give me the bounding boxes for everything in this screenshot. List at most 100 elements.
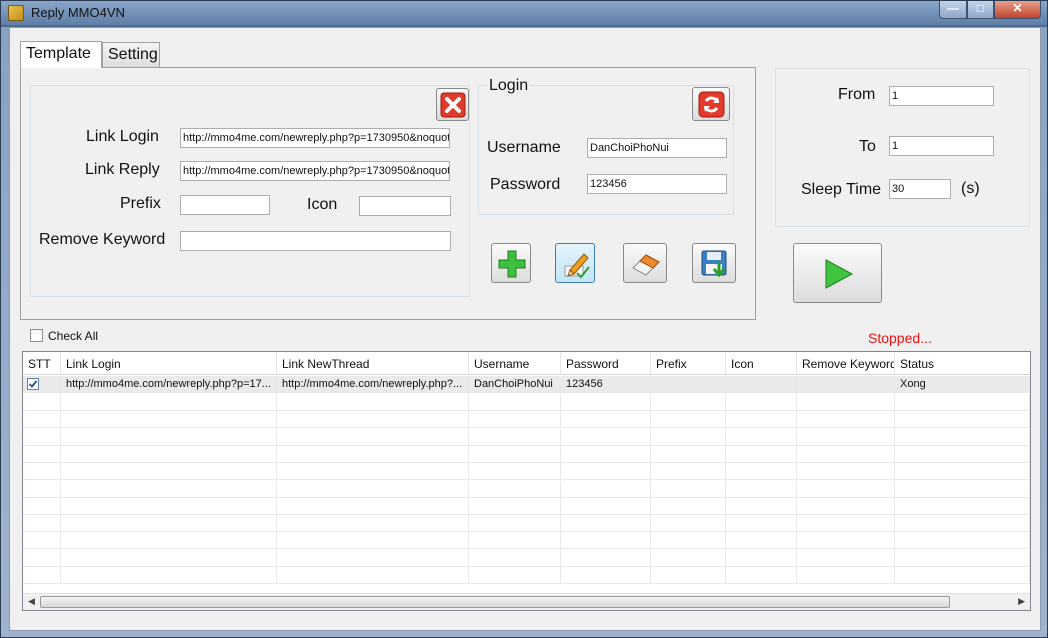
to-input[interactable]: 1 (889, 136, 994, 156)
sleep-time-label: Sleep Time (801, 181, 882, 198)
link-login-input[interactable]: http://mmo4me.com/newreply.php?p=1730950… (180, 128, 450, 148)
column-header-remove-keyword[interactable]: Remove Keyword (797, 352, 895, 375)
row-status: Xong (900, 378, 926, 390)
tab-template[interactable]: Template (20, 41, 102, 68)
empty-table-cell (469, 567, 561, 584)
table-row[interactable]: http://mmo4me.com/newreply.php?p=17... h… (23, 376, 1030, 393)
prefix-input[interactable] (180, 195, 270, 215)
empty-table-cell (61, 497, 277, 515)
to-label: To (859, 138, 876, 155)
row-checkbox[interactable] (27, 378, 39, 390)
range-group: From 1 To 1 Sleep Time 30 (s) (775, 68, 1030, 227)
add-button[interactable] (491, 243, 531, 283)
empty-table-cell (23, 497, 61, 515)
empty-table-cell (726, 549, 797, 567)
empty-table-cell (561, 549, 651, 567)
empty-table-cell (895, 428, 1030, 446)
empty-table-cell (23, 445, 61, 463)
row-prefix (651, 376, 726, 393)
scroll-left-icon[interactable]: ◀ (28, 596, 35, 607)
empty-table-cell (651, 463, 726, 481)
empty-table-cell (469, 411, 561, 429)
scrollbar-thumb[interactable] (40, 596, 950, 608)
empty-table-row (23, 445, 1030, 463)
empty-table-cell (61, 480, 277, 498)
column-header-username[interactable]: Username (469, 352, 561, 375)
column-header-prefix[interactable]: Prefix (651, 352, 726, 375)
column-header-status[interactable]: Status (895, 352, 1030, 375)
column-header-icon[interactable]: Icon (726, 352, 797, 375)
maximize-button[interactable]: □ (967, 1, 994, 19)
remove-keyword-input[interactable] (180, 231, 451, 251)
empty-table-cell (895, 515, 1030, 533)
empty-table-cell (895, 532, 1030, 550)
plus-icon (498, 250, 526, 278)
empty-table-cell (651, 515, 726, 533)
empty-table-cell (469, 445, 561, 463)
empty-table-cell (651, 428, 726, 446)
app-window: Reply MMO4VN — □ ✕ Template Setting Link… (0, 0, 1048, 638)
column-header-stt[interactable]: STT (23, 352, 61, 375)
remove-keyword-label: Remove Keyword (39, 231, 166, 248)
window-title: Reply MMO4VN (31, 5, 125, 20)
empty-table-cell (469, 497, 561, 515)
start-button[interactable] (793, 243, 882, 303)
main-client-area: Template Setting Link Login http://mmo4m… (9, 27, 1041, 631)
check-all-checkbox[interactable] (30, 329, 43, 342)
title-bar[interactable]: Reply MMO4VN — □ ✕ (1, 1, 1047, 25)
password-input[interactable]: 123456 (587, 174, 727, 194)
empty-table-cell (561, 428, 651, 446)
edit-button[interactable] (555, 243, 595, 283)
status-text: Stopped... (868, 330, 932, 346)
empty-table-cell (469, 394, 561, 411)
row-checkbox-cell[interactable] (23, 376, 61, 393)
empty-table-cell (277, 515, 469, 533)
refresh-icon (698, 91, 725, 118)
empty-table-cell (797, 515, 895, 533)
floppy-save-icon (701, 250, 727, 278)
empty-table-cell (726, 411, 797, 429)
empty-table-cell (726, 480, 797, 498)
empty-table-cell (797, 567, 895, 584)
password-label: Password (490, 176, 561, 193)
minimize-icon: — (947, 1, 959, 15)
scroll-right-icon[interactable]: ▶ (1018, 596, 1025, 607)
empty-table-cell (797, 411, 895, 429)
empty-table-cell (561, 567, 651, 584)
empty-table-row (23, 463, 1030, 481)
empty-table-row (23, 480, 1030, 498)
refresh-login-button[interactable] (692, 87, 730, 121)
clear-button[interactable] (623, 243, 667, 283)
empty-table-cell (61, 428, 277, 446)
delete-icon (440, 92, 466, 118)
empty-table-cell (61, 394, 277, 411)
task-grid[interactable]: STT Link Login Link NewThread Username P… (22, 351, 1031, 611)
empty-table-cell (797, 445, 895, 463)
empty-table-cell (797, 532, 895, 550)
column-header-password[interactable]: Password (561, 352, 651, 375)
empty-table-cell (23, 549, 61, 567)
delete-template-button[interactable] (436, 88, 469, 121)
maximize-icon: □ (976, 1, 985, 15)
column-header-link-newthread[interactable]: Link NewThread (277, 352, 469, 375)
horizontal-scrollbar[interactable]: ◀ ▶ (23, 593, 1030, 610)
row-remove-keyword (797, 376, 895, 393)
login-group-title: Login (487, 77, 531, 95)
empty-table-cell (469, 515, 561, 533)
empty-table-cell (277, 497, 469, 515)
column-header-link-login[interactable]: Link Login (61, 352, 277, 375)
tab-setting[interactable]: Setting (102, 42, 160, 68)
sleep-time-input[interactable]: 30 (889, 179, 951, 199)
empty-table-row (23, 532, 1030, 550)
username-input[interactable]: DanChoiPhoNui (587, 138, 727, 158)
link-reply-input[interactable]: http://mmo4me.com/newreply.php?p=1730950… (180, 161, 450, 181)
empty-table-cell (277, 549, 469, 567)
minimize-button[interactable]: — (939, 1, 967, 19)
close-window-button[interactable]: ✕ (994, 1, 1041, 19)
icon-input[interactable] (359, 196, 451, 216)
save-button[interactable] (692, 243, 736, 283)
empty-table-cell (277, 532, 469, 550)
row-password: 123456 (561, 376, 651, 393)
from-input[interactable]: 1 (889, 86, 994, 106)
link-reply-label: Link Reply (85, 161, 160, 178)
